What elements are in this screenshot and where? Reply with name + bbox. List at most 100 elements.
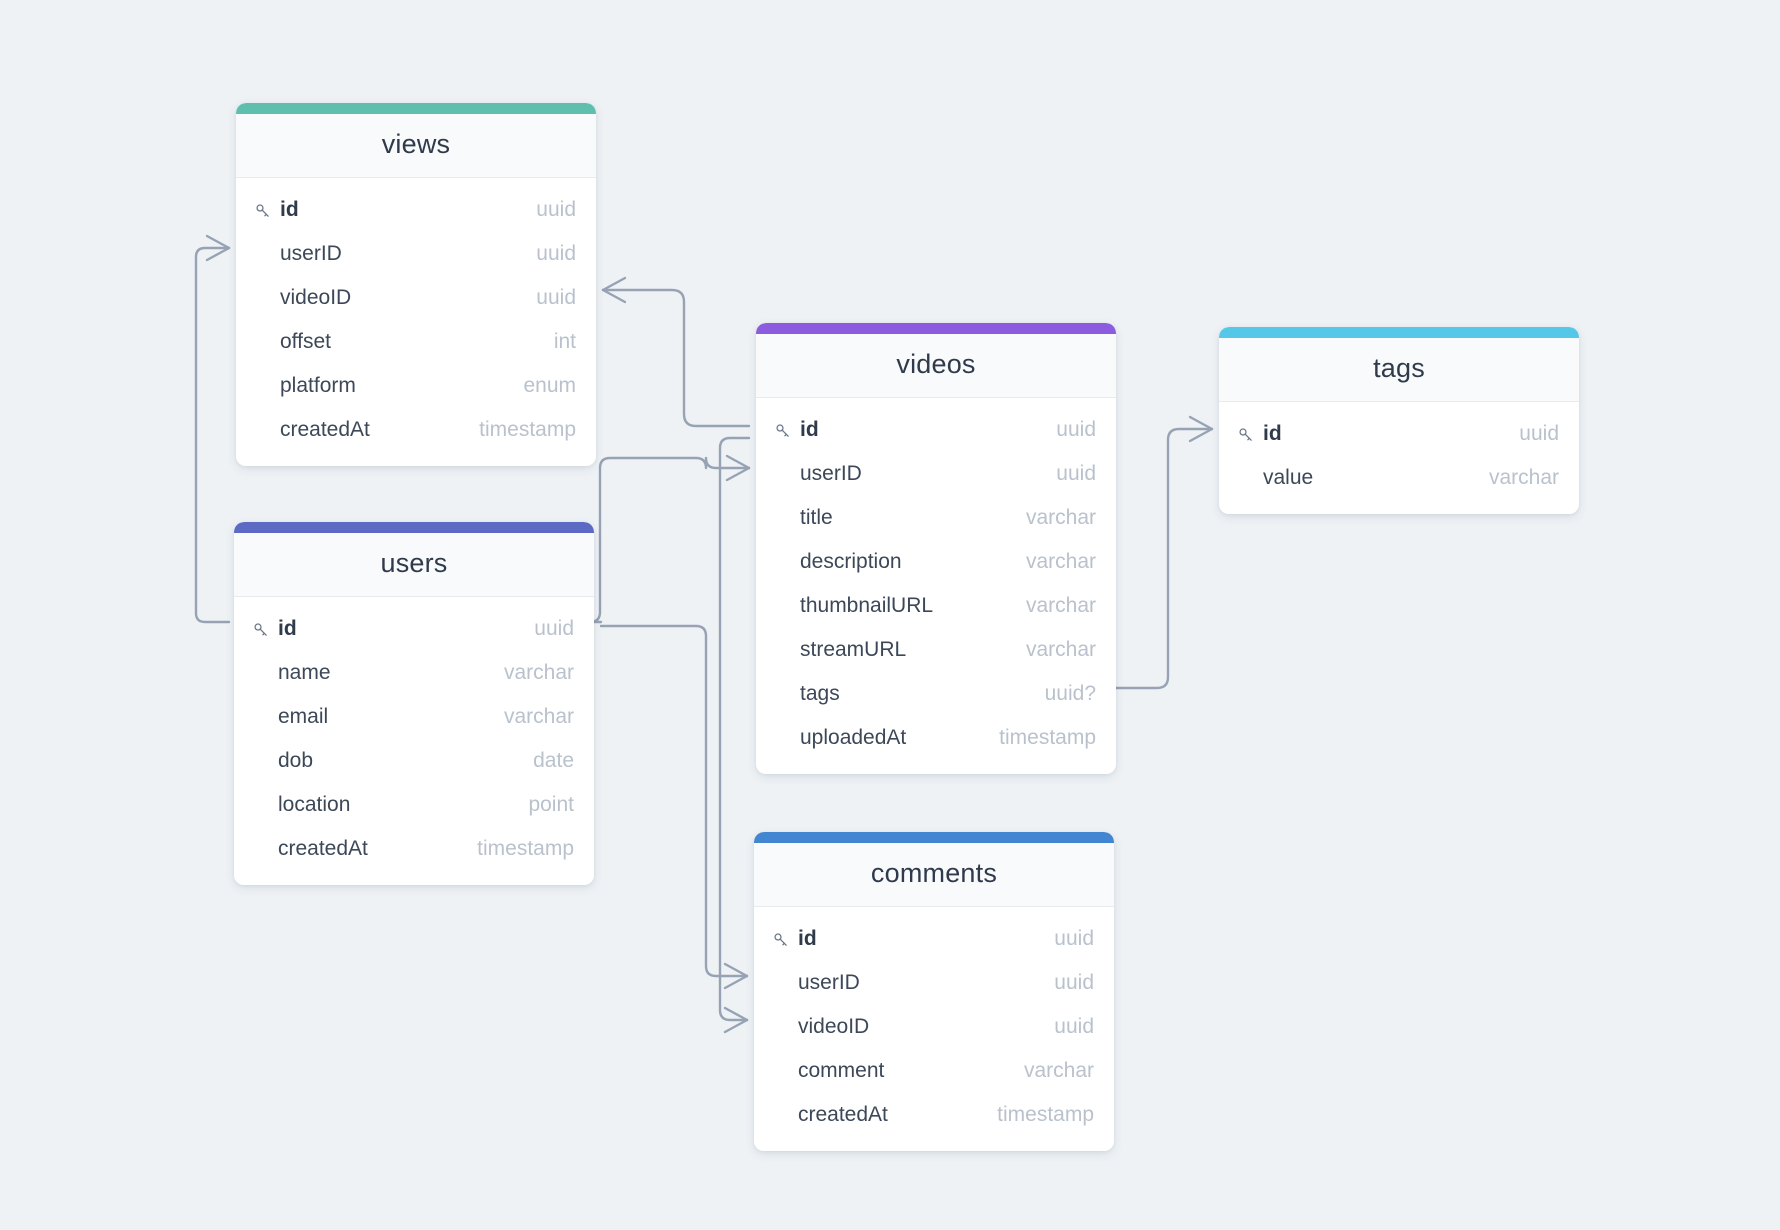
field-row[interactable]: dob date [234,739,594,783]
field-row[interactable]: offset int [236,320,596,364]
field-type: uuid [536,242,576,265]
field-name: userID [280,242,342,265]
field-row[interactable]: uploadedAt timestamp [756,716,1116,760]
field-list: id uuid name varchar email varchar dob d… [234,597,594,885]
field-row[interactable]: id uuid [756,408,1116,452]
field-name: thumbnailURL [800,594,934,617]
field-row[interactable]: createdAt timestamp [234,827,594,871]
field-type: varchar [1025,638,1096,661]
field-name: createdAt [280,418,370,441]
field-type: uuid [1056,418,1096,441]
field-name: dob [278,749,314,772]
field-row[interactable]: thumbnailURL varchar [756,584,1116,628]
field-type: varchar [1025,594,1096,617]
field-row[interactable]: tags uuid? [756,672,1116,716]
field-type: date [533,749,574,772]
field-name: platform [280,374,356,397]
field-row[interactable]: description varchar [756,540,1116,584]
field-type: uuid [536,286,576,309]
key-icon [252,621,278,638]
field-type: int [553,330,576,353]
table-title: users [234,533,594,597]
field-name: id [800,418,819,441]
field-type: uuid [536,198,576,221]
field-type: point [528,793,574,816]
field-name: userID [800,462,862,485]
field-type: varchar [1025,550,1096,573]
field-list: id uuid userID uuid videoID uuid offset … [236,178,596,466]
field-name: offset [280,330,331,353]
key-icon [254,202,280,219]
table-accent-bar [754,832,1114,843]
key-icon [772,931,798,948]
table-card-views[interactable]: views id uuid userID uuid videoID uuid o… [236,103,596,466]
field-name: name [278,661,331,684]
field-row[interactable]: comment varchar [754,1049,1114,1093]
edge-videos-userid-users-id [588,454,751,624]
table-accent-bar [756,323,1116,334]
field-list: id uuid userID uuid title varchar descri… [756,398,1116,774]
field-row[interactable]: id uuid [234,607,594,651]
field-row[interactable]: id uuid [754,917,1114,961]
field-row[interactable]: id uuid [236,188,596,232]
field-row[interactable]: location point [234,783,594,827]
field-name: tags [800,682,840,705]
table-card-users[interactable]: users id uuid name varchar email varchar [234,522,594,885]
field-list: id uuid userID uuid videoID uuid comment… [754,907,1114,1151]
field-name: videoID [798,1015,870,1038]
field-name: userID [798,971,860,994]
field-type: timestamp [999,726,1096,749]
field-row[interactable]: id uuid [1219,412,1579,456]
field-list: id uuid value varchar [1219,402,1579,514]
field-row[interactable]: userID uuid [236,232,596,276]
key-icon [774,422,800,439]
table-title: videos [756,334,1116,398]
field-row[interactable]: videoID uuid [236,276,596,320]
field-name: email [278,705,329,728]
edge-comments-userid-users-id [599,624,749,990]
table-card-videos[interactable]: videos id uuid userID uuid title varchar [756,323,1116,774]
field-type: uuid [1056,462,1096,485]
field-row[interactable]: userID uuid [754,961,1114,1005]
field-type: varchar [1488,466,1559,489]
field-type: timestamp [477,837,574,860]
table-accent-bar [236,103,596,114]
table-title: tags [1219,338,1579,402]
table-card-comments[interactable]: comments id uuid userID uuid videoID uui… [754,832,1114,1151]
field-row[interactable]: value varchar [1219,456,1579,500]
field-row[interactable]: title varchar [756,496,1116,540]
field-type: uuid [1054,927,1094,950]
key-icon [1237,426,1263,443]
field-row[interactable]: platform enum [236,364,596,408]
table-accent-bar [234,522,594,533]
table-card-tags[interactable]: tags id uuid value varchar [1219,327,1579,514]
field-row[interactable]: videoID uuid [754,1005,1114,1049]
field-name: value [1263,466,1314,489]
field-name: videoID [280,286,352,309]
field-row[interactable]: name varchar [234,651,594,695]
field-name: id [278,617,297,640]
field-name: comment [798,1059,885,1082]
field-row[interactable]: userID uuid [756,452,1116,496]
field-type: uuid [1519,422,1559,445]
field-name: createdAt [798,1103,888,1126]
field-name: uploadedAt [800,726,907,749]
edge-comments-videoid-videos-id [718,436,751,1034]
field-name: description [800,550,902,573]
field-type: timestamp [997,1103,1094,1126]
field-type: uuid [534,617,574,640]
field-name: id [1263,422,1282,445]
field-type: varchar [503,661,574,684]
field-row[interactable]: createdAt timestamp [236,408,596,452]
er-diagram-canvas[interactable]: views id uuid userID uuid videoID uuid o… [0,0,1780,1230]
edge-videos-tags-tags-id [1108,415,1214,690]
edge-views-userid-users-id [194,234,231,624]
field-row[interactable]: createdAt timestamp [754,1093,1114,1137]
field-name: location [278,793,351,816]
field-row[interactable]: email varchar [234,695,594,739]
field-type: varchar [1025,506,1096,529]
field-name: title [800,506,833,529]
table-title: comments [754,843,1114,907]
field-row[interactable]: streamURL varchar [756,628,1116,672]
field-name: createdAt [278,837,368,860]
